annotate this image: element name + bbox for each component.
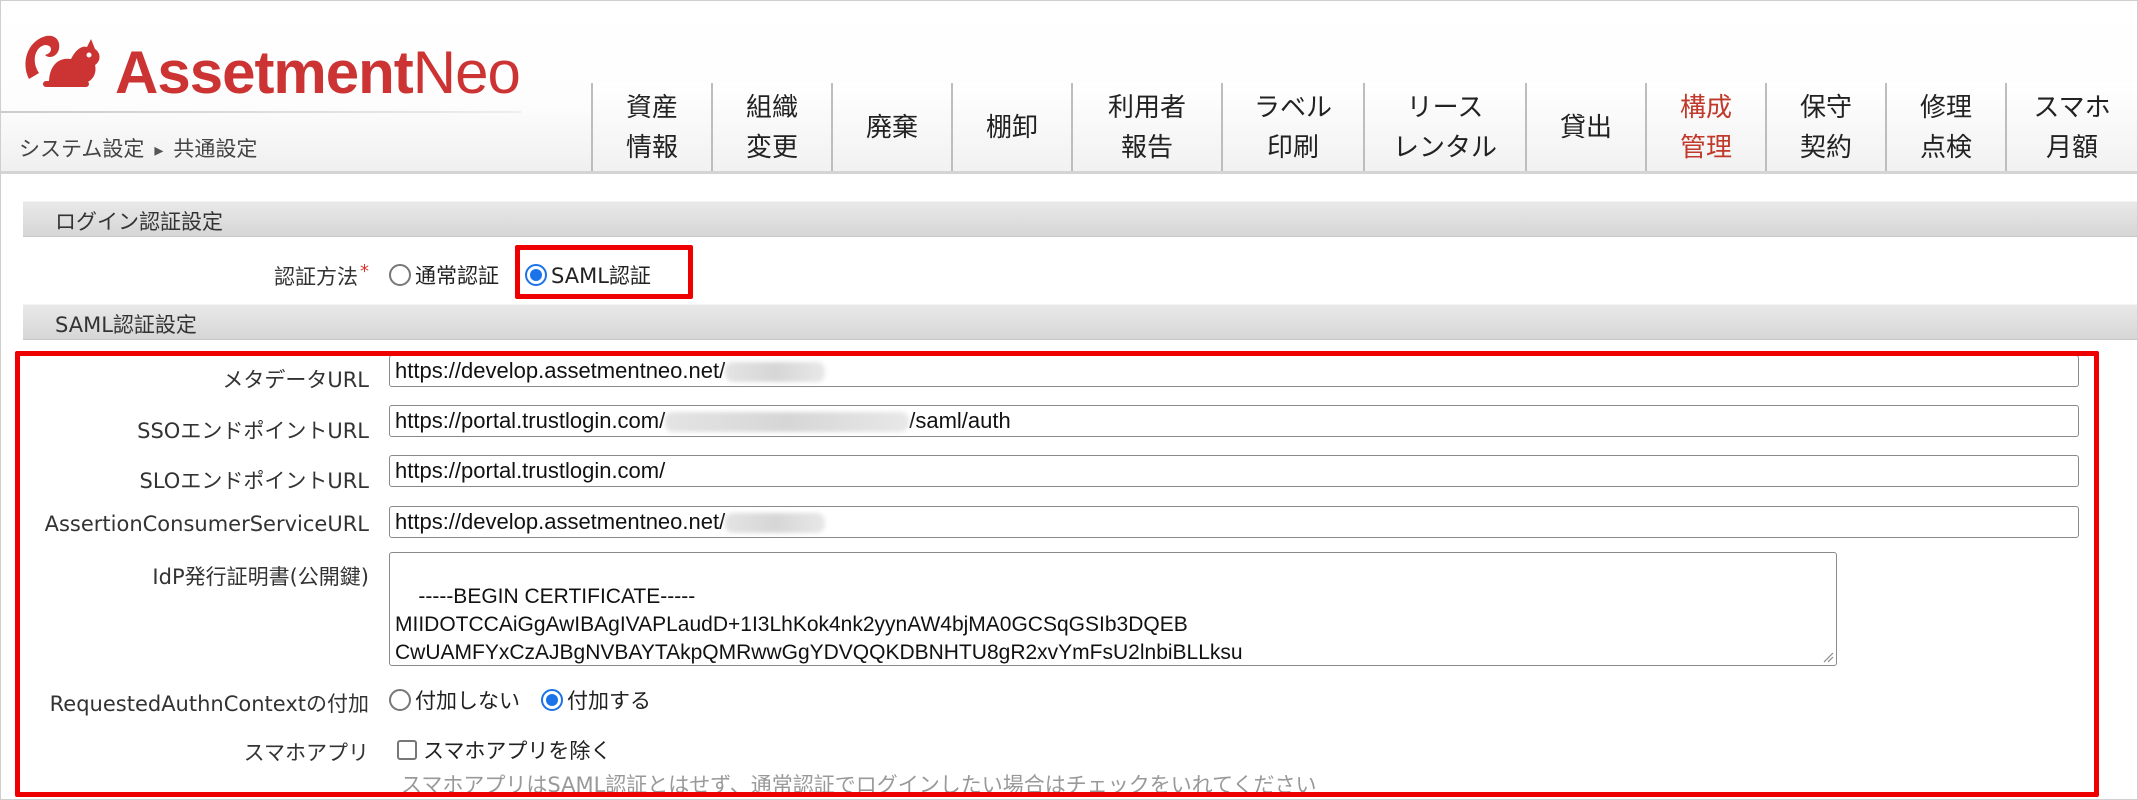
nav-item-label-print[interactable]: ラベル 印刷 [1221, 83, 1363, 173]
brand-light: Neo [412, 39, 521, 106]
nav-item-asset-info[interactable]: 資産 情報 [591, 83, 711, 173]
radio-button[interactable] [389, 264, 411, 286]
highlight-box-saml-settings [15, 351, 2099, 797]
nav-item-repair-inspection[interactable]: 修理 点検 [1885, 83, 2005, 173]
nav-item-smartphone-monthly[interactable]: スマホ 月額 [2005, 83, 2137, 173]
radio-normal-auth[interactable]: 通常認証 [389, 260, 499, 290]
highlight-box-saml-option [515, 245, 693, 299]
brand-bold: Assetment [115, 39, 414, 106]
nav-item-user-report[interactable]: 利用者 報告 [1071, 83, 1221, 173]
auth-method-label-text: 認証方法 [274, 265, 358, 289]
logo-wordmark: AssetmentNeo [115, 43, 521, 103]
squirrel-icon [25, 35, 100, 87]
chevron-right-icon: ▸ [154, 140, 164, 161]
saml-settings-section-header: SAML認証設定 [23, 304, 2137, 340]
nav-item-disposal[interactable]: 廃棄 [831, 83, 951, 173]
app-header: AssetmentNeo システム設定 ▸ 共通設定 資産 情報 組織 変更 廃棄 … [1, 1, 2137, 173]
nav-item-lending[interactable]: 貸出 [1525, 83, 1645, 173]
nav-item-config-mgmt[interactable]: 構成 管理 [1645, 83, 1765, 173]
section-title: ログイン認証設定 [55, 210, 223, 234]
login-auth-section-header: ログイン認証設定 [23, 201, 2137, 237]
nav-item-org-change[interactable]: 組織 変更 [711, 83, 831, 173]
required-mark: * [360, 261, 369, 282]
main-nav: 資産 情報 組織 変更 廃棄 棚卸 利用者 報告 ラベル 印刷 リース レンタル… [591, 83, 2137, 173]
header-border [1, 171, 2137, 174]
nav-item-inventory[interactable]: 棚卸 [951, 83, 1071, 173]
breadcrumb: システム設定 ▸ 共通設定 [19, 133, 257, 163]
auth-method-label: 認証方法 * [151, 261, 369, 291]
nav-item-lease-rental[interactable]: リース レンタル [1363, 83, 1525, 173]
header-divider [1, 111, 521, 113]
section-title: SAML認証設定 [55, 313, 197, 337]
radio-label: 通常認証 [415, 264, 499, 288]
breadcrumb-current: 共通設定 [173, 137, 258, 161]
nav-item-maintenance-contract[interactable]: 保守 契約 [1765, 83, 1885, 173]
breadcrumb-parent[interactable]: システム設定 [19, 137, 144, 161]
